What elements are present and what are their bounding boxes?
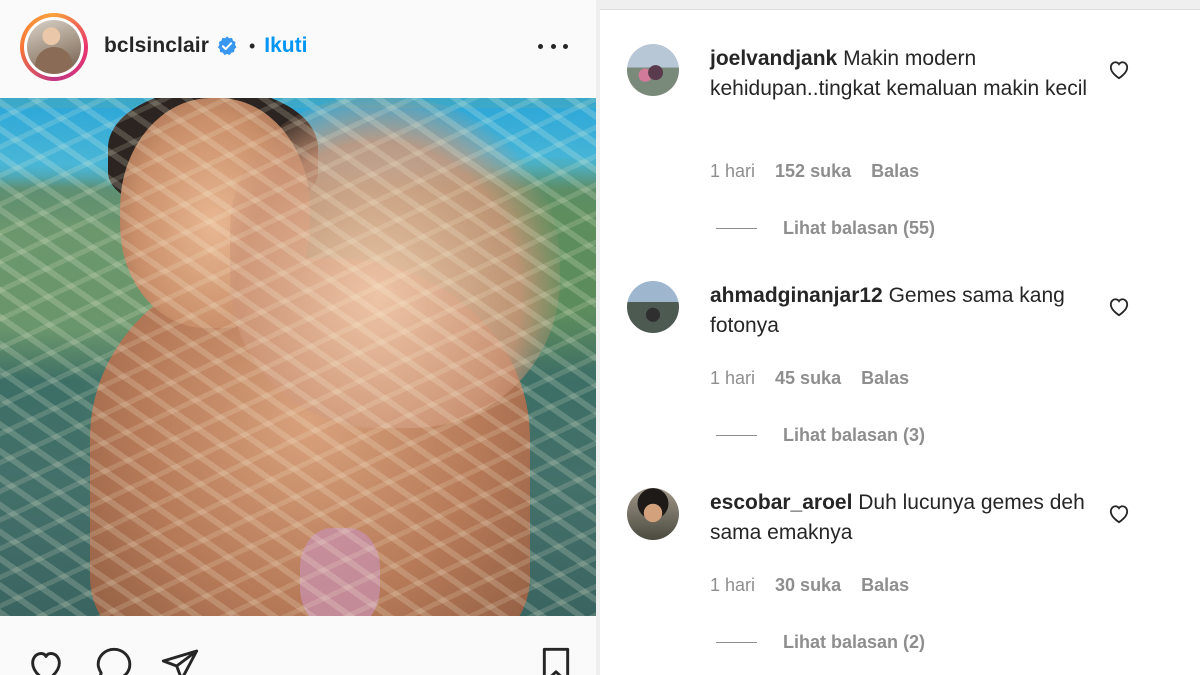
reply-button[interactable]: Balas [861,575,909,596]
post-author-row: bclsinclair • Ikuti [104,32,307,60]
commenter-avatar[interactable] [627,44,679,96]
comment-body: ahmadginanjar12 Gemes sama kang fotonya [710,281,1090,341]
reply-button[interactable]: Balas [871,161,919,182]
commenter-avatar[interactable] [627,281,679,333]
reply-button[interactable]: Balas [861,368,909,389]
view-replies-label: Lihat balasan (55) [783,218,936,238]
comment-likes[interactable]: 45 suka [775,368,841,389]
separator-dot: • [248,35,256,56]
bookmark-icon[interactable] [538,646,574,675]
commenter-avatar[interactable] [627,488,679,540]
view-replies-label: Lihat balasan (3) [783,425,926,445]
comment-username[interactable]: ahmadginanjar12 [710,284,883,307]
send-icon[interactable] [160,646,200,675]
post-header: bclsinclair • Ikuti [0,0,596,98]
comment-body: escobar_aroel Duh lucunya gemes deh sama… [710,488,1090,548]
comment-likes[interactable]: 30 suka [775,575,841,596]
post-username[interactable]: bclsinclair [104,34,209,58]
post-photo[interactable] [0,98,600,616]
comment-meta: 1 hari 30 suka Balas [710,575,909,596]
post-panel: bclsinclair • Ikuti [0,0,600,675]
comment-username[interactable]: joelvandjank [710,47,837,70]
follow-button[interactable]: Ikuti [264,34,307,58]
comment-like-heart-icon[interactable] [1108,60,1130,80]
comment-time: 1 hari [710,368,756,388]
post-author-avatar[interactable] [20,13,88,81]
comment-likes[interactable]: 152 suka [775,161,851,182]
comment-time: 1 hari [710,161,756,181]
comment-meta: 1 hari 45 suka Balas [710,368,909,389]
comment-time: 1 hari [710,575,756,595]
more-options-icon[interactable] [538,44,568,52]
post-action-bar [0,616,596,675]
view-replies-button[interactable]: Lihat balasan (2) [716,632,925,653]
comments-panel: joelvandjank Makin modern kehidupan..tin… [600,0,1200,675]
comment-like-heart-icon[interactable] [1108,504,1130,524]
view-replies-button[interactable]: Lihat balasan (3) [716,425,925,446]
view-replies-label: Lihat balasan (2) [783,632,926,652]
comment-meta: 1 hari 152 suka Balas [710,161,919,182]
comment-body: joelvandjank Makin modern kehidupan..tin… [710,44,1090,104]
scroll-edge [600,0,1200,10]
view-replies-button[interactable]: Lihat balasan (55) [716,218,935,239]
comment-like-heart-icon[interactable] [1108,297,1130,317]
comment-icon[interactable] [94,646,134,675]
verified-badge-icon [217,36,237,55]
comment-username[interactable]: escobar_aroel [710,491,852,514]
avatar-image [27,20,81,74]
heart-icon[interactable] [26,646,66,675]
